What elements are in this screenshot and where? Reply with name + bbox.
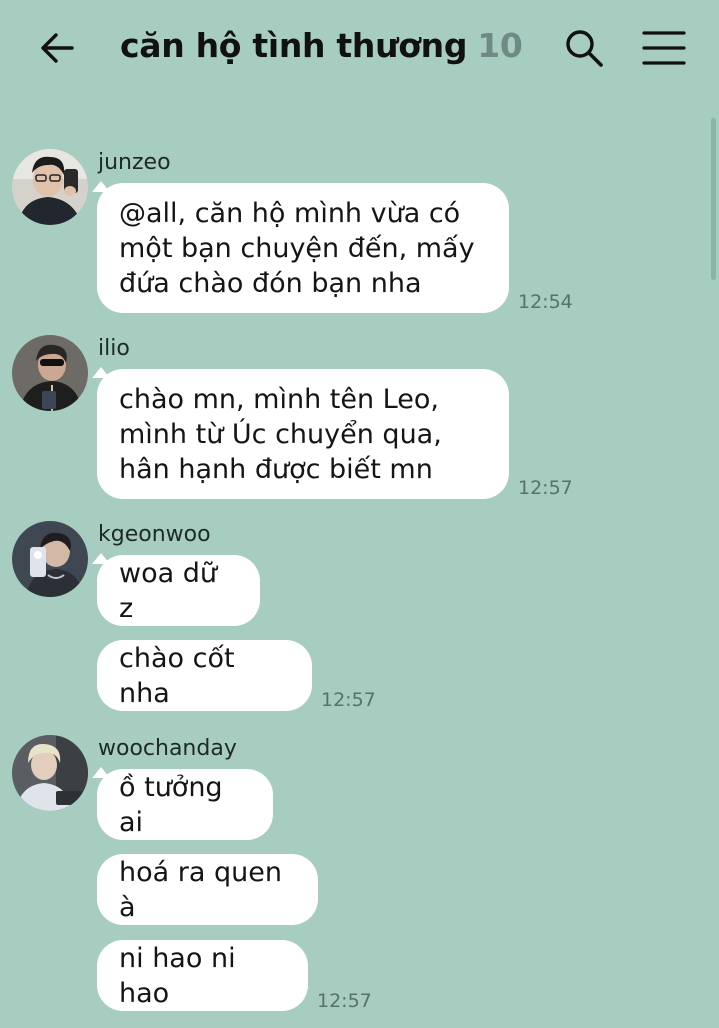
message-text: chào mn, mình tên Leo, mình từ Úc chuyển… xyxy=(119,383,442,485)
message-text: ni hao ni hao xyxy=(119,942,236,1009)
chat-title: căn hộ tình thương 10 xyxy=(120,26,523,65)
message-bubble[interactable]: ni hao ni hao xyxy=(97,940,308,1011)
arrow-left-icon xyxy=(41,33,74,63)
chat-title-text: căn hộ tình thương xyxy=(120,26,468,65)
message-text: hoá ra quen à xyxy=(119,856,282,923)
message-bubble[interactable]: woa dữ z xyxy=(97,555,260,626)
message-text: chào cốt nha xyxy=(119,642,235,709)
search-button[interactable] xyxy=(564,28,604,68)
message-bubble[interactable]: @all, căn hộ mình vừa có một bạn chuyện … xyxy=(97,183,509,313)
hamburger-menu-icon xyxy=(642,31,686,65)
avatar[interactable] xyxy=(12,149,88,225)
message-time: 12:54 xyxy=(518,291,573,313)
avatar[interactable] xyxy=(12,521,88,597)
message-bubble[interactable]: chào mn, mình tên Leo, mình từ Úc chuyển… xyxy=(97,369,509,499)
message-time: 12:57 xyxy=(321,689,376,711)
message-bubble[interactable]: chào cốt nha xyxy=(97,640,312,711)
search-icon xyxy=(566,30,603,67)
chat-header: căn hộ tình thương 10 xyxy=(0,0,719,96)
message-text: @all, căn hộ mình vừa có một bạn chuyện … xyxy=(119,197,475,299)
sender-name: ilio xyxy=(98,336,130,361)
message-bubble[interactable]: ồ tưởng ai xyxy=(97,769,273,840)
message-text: ồ tưởng ai xyxy=(119,771,223,838)
sender-name: kgeonwoo xyxy=(98,522,211,547)
sender-name: junzeo xyxy=(98,150,171,175)
menu-button[interactable] xyxy=(642,30,686,66)
message-bubble[interactable]: hoá ra quen à xyxy=(97,854,318,925)
back-button[interactable] xyxy=(38,28,78,68)
message-time: 12:57 xyxy=(317,990,372,1012)
avatar[interactable] xyxy=(12,735,88,811)
message-text: woa dữ z xyxy=(119,557,217,624)
sender-name: woochanday xyxy=(98,736,237,761)
message-time: 12:57 xyxy=(518,477,573,499)
scrollbar[interactable] xyxy=(711,118,716,280)
member-count: 10 xyxy=(477,26,523,65)
avatar[interactable] xyxy=(12,335,88,411)
